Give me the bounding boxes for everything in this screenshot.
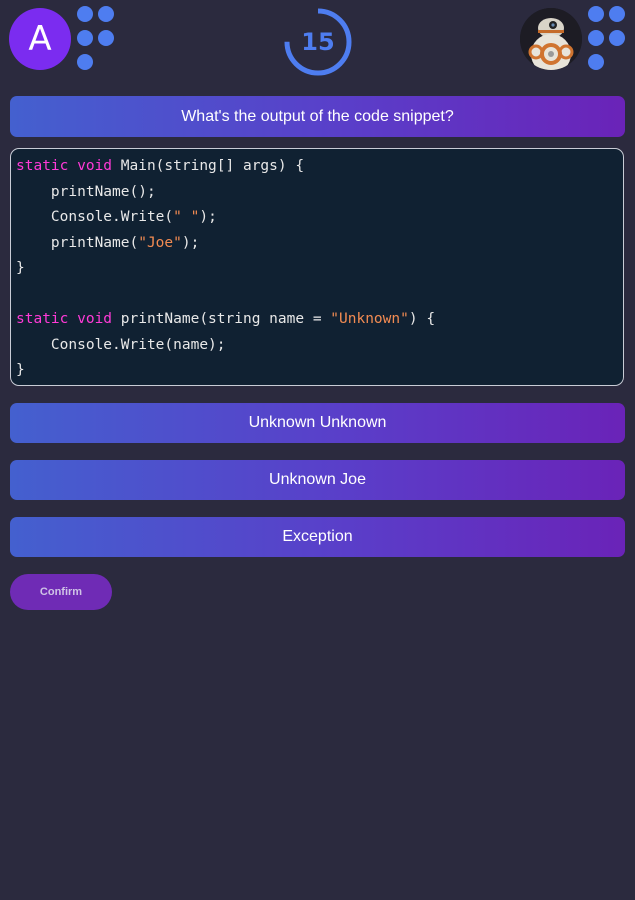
opponent-avatar <box>520 8 582 70</box>
question-banner: What's the output of the code snippet? <box>10 96 625 137</box>
player-dots-icon <box>77 6 117 70</box>
bb8-robot-avatar-icon <box>520 8 582 70</box>
confirm-button[interactable]: Confirm <box>10 574 112 610</box>
code-token: printName(); <box>16 183 156 200</box>
opponent-dots-icon <box>588 6 628 70</box>
code-token: " " <box>173 209 200 225</box>
code-line: static void Main(string[] args) { <box>16 154 304 178</box>
answer-option-1[interactable]: Unknown Unknown <box>10 403 625 443</box>
code-line: printName("Joe"); <box>16 231 199 255</box>
code-line: Console.Write(" "); <box>16 205 217 229</box>
answer-label: Unknown Unknown <box>248 414 387 431</box>
code-token: printName(string name = <box>112 311 331 327</box>
question-text: What's the output of the code snippet? <box>181 107 454 125</box>
player-initial: A <box>28 19 52 59</box>
code-line: } <box>16 358 25 382</box>
code-token: } <box>16 362 25 378</box>
code-token: Console.Write(name); <box>16 336 226 353</box>
code-token: printName( <box>16 234 139 251</box>
answer-label: Unknown Joe <box>269 471 366 488</box>
player-avatar: A <box>9 8 71 70</box>
code-token: static void <box>16 311 113 327</box>
code-token: "Unknown" <box>330 311 409 327</box>
code-token: } <box>16 260 25 276</box>
code-line: printName(); <box>16 180 156 204</box>
code-snippet: static void Main(string[] args) { printN… <box>10 148 624 386</box>
code-token: Main(string[] args) { <box>112 158 305 174</box>
confirm-label: Confirm <box>39 586 83 598</box>
timer-value: 15 <box>301 28 335 56</box>
code-line: Console.Write(name); <box>16 333 226 357</box>
answer-option-2[interactable]: Unknown Joe <box>10 460 625 500</box>
answer-label: Exception <box>282 528 353 545</box>
code-token: Console.Write( <box>16 209 174 225</box>
code-token: static void <box>16 158 113 174</box>
code-token: ); <box>181 234 200 251</box>
code-line: static void printName(string name = "Unk… <box>16 307 435 331</box>
code-token: "Joe" <box>138 234 182 251</box>
code-token: ) { <box>408 311 436 327</box>
countdown-timer: 15 <box>282 6 354 78</box>
code-line: } <box>16 256 25 280</box>
answer-option-3[interactable]: Exception <box>10 517 625 557</box>
code-token: ); <box>199 209 217 225</box>
